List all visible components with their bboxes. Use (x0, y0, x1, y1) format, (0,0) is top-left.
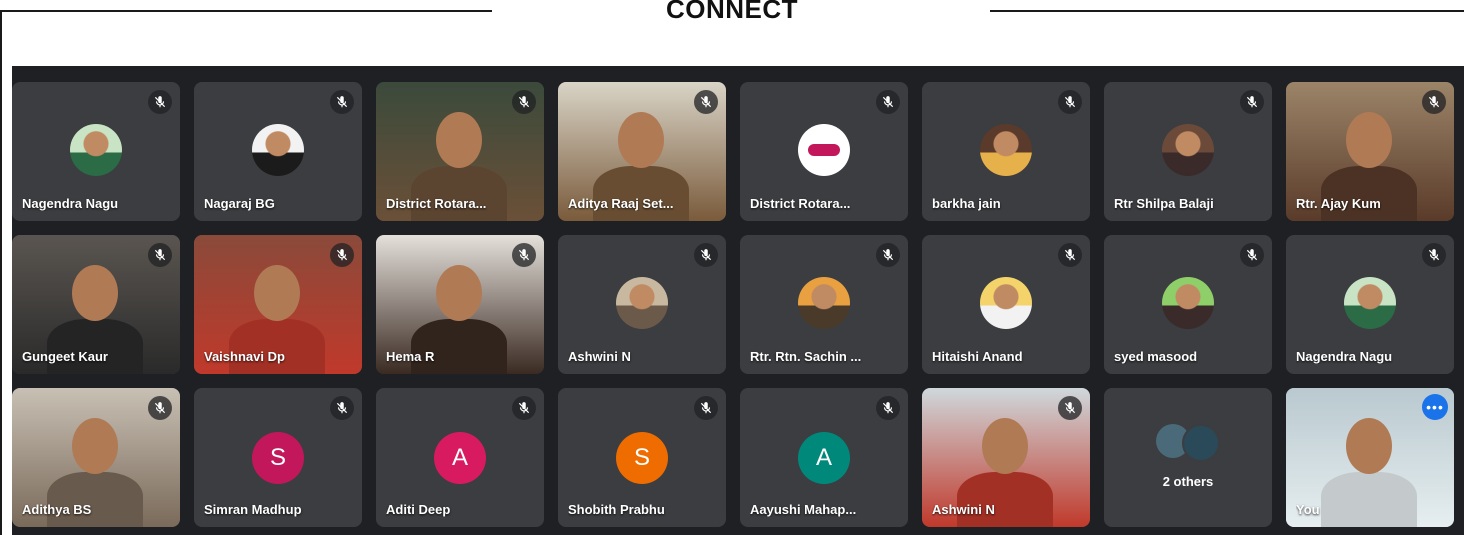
mic-off-icon (1240, 243, 1264, 267)
mic-off-icon (1422, 90, 1446, 114)
profile-photo-avatar (70, 124, 122, 176)
participant-name: Rtr. Ajay Kum (1296, 196, 1381, 211)
participant-tile[interactable]: S Simran Madhup (194, 388, 362, 527)
participant-tile[interactable]: A Aayushi Mahap... (740, 388, 908, 527)
participant-name: Nagendra Nagu (22, 196, 119, 211)
participant-name: barkha jain (932, 196, 1001, 211)
frame-left-border (0, 10, 2, 535)
mic-off-icon (512, 243, 536, 267)
participant-tile[interactable]: Adithya BS (12, 388, 180, 527)
initial-avatar: S (252, 432, 304, 484)
participant-name: Shobith Prabhu (568, 502, 665, 517)
mic-off-icon (876, 396, 900, 420)
participant-tile[interactable]: syed masood (1104, 235, 1272, 374)
others-avatar-group (1156, 424, 1220, 462)
initial-avatar: A (798, 432, 850, 484)
participant-name: Nagaraj BG (204, 196, 275, 211)
profile-photo-avatar (980, 124, 1032, 176)
mic-off-icon (1058, 396, 1082, 420)
participant-tile[interactable]: A Aditi Deep (376, 388, 544, 527)
mic-off-icon (694, 90, 718, 114)
participant-tile[interactable]: Ashwini N (922, 388, 1090, 527)
participant-name: Ashwini N (568, 349, 631, 364)
participant-tile[interactable]: Nagaraj BG (194, 82, 362, 221)
mic-off-icon (1422, 243, 1446, 267)
participant-name: Ashwini N (932, 502, 995, 517)
participant-name: Vaishnavi Dp (204, 349, 285, 364)
participant-tile[interactable]: Gungeet Kaur (12, 235, 180, 374)
mic-off-icon (148, 396, 172, 420)
participant-name: You (1296, 502, 1320, 517)
mic-off-icon (1058, 90, 1082, 114)
participant-tile[interactable]: Hitaishi Anand (922, 235, 1090, 374)
more-dots-icon: ••• (1426, 399, 1444, 415)
profile-photo-avatar (1162, 277, 1214, 329)
participant-tile[interactable]: ••• You (1286, 388, 1454, 527)
participant-tile[interactable]: Hema R (376, 235, 544, 374)
club-logo-avatar (798, 124, 850, 176)
mic-off-icon (512, 90, 536, 114)
participant-tile[interactable]: Rtr. Ajay Kum (1286, 82, 1454, 221)
meeting-grid: Nagendra Nagu Nagaraj BG District Rotara..… (12, 66, 1464, 535)
participant-tile[interactable]: District Rotara... (376, 82, 544, 221)
participant-name: Adithya BS (22, 502, 92, 517)
mic-off-icon (330, 90, 354, 114)
participant-name: Gungeet Kaur (22, 349, 108, 364)
page-title: CONNECT (665, 0, 799, 24)
mic-off-icon (148, 243, 172, 267)
profile-photo-avatar (980, 277, 1032, 329)
mic-off-icon (1240, 90, 1264, 114)
participant-name: Aditya Raaj Set... (568, 196, 674, 211)
participant-name: Nagendra Nagu (1296, 349, 1393, 364)
participant-tile[interactable]: Nagendra Nagu (1286, 235, 1454, 374)
mic-off-icon (694, 243, 718, 267)
initial-avatar: S (616, 432, 668, 484)
participant-tile[interactable]: Ashwini N (558, 235, 726, 374)
participant-tile[interactable]: Nagendra Nagu (12, 82, 180, 221)
mic-off-icon (876, 243, 900, 267)
participant-name: Rtr Shilpa Balaji (1114, 196, 1214, 211)
participant-name: 2 others (1162, 474, 1214, 489)
mic-off-icon (1058, 243, 1082, 267)
profile-photo-avatar (798, 277, 850, 329)
participant-name: Hema R (386, 349, 435, 364)
mic-off-icon (148, 90, 172, 114)
participant-tile[interactable]: 2 others (1104, 388, 1272, 527)
mic-off-icon (330, 243, 354, 267)
profile-photo-avatar (1344, 277, 1396, 329)
participant-name: District Rotara... (750, 196, 851, 211)
participant-tile[interactable]: S Shobith Prabhu (558, 388, 726, 527)
participant-name: Aayushi Mahap... (750, 502, 857, 517)
participant-name: syed masood (1114, 349, 1198, 364)
profile-photo-avatar (616, 277, 668, 329)
profile-photo-avatar (252, 124, 304, 176)
initial-avatar: A (434, 432, 486, 484)
mic-off-icon (694, 396, 718, 420)
more-options-button[interactable]: ••• (1422, 394, 1448, 420)
participant-name: Aditi Deep (386, 502, 451, 517)
participant-tile[interactable]: Vaishnavi Dp (194, 235, 362, 374)
participant-name: Rtr. Rtn. Sachin ... (750, 349, 862, 364)
participant-name: District Rotara... (386, 196, 487, 211)
mic-off-icon (512, 396, 536, 420)
participant-tile[interactable]: District Rotara... (740, 82, 908, 221)
participant-name: Simran Madhup (204, 502, 302, 517)
mic-off-icon (330, 396, 354, 420)
participant-tile[interactable]: Aditya Raaj Set... (558, 82, 726, 221)
participant-tile[interactable]: Rtr. Rtn. Sachin ... (740, 235, 908, 374)
participant-tile[interactable]: barkha jain (922, 82, 1090, 221)
mic-off-icon (876, 90, 900, 114)
participant-tile[interactable]: Rtr Shilpa Balaji (1104, 82, 1272, 221)
profile-photo-avatar (1162, 124, 1214, 176)
participant-name: Hitaishi Anand (932, 349, 1023, 364)
